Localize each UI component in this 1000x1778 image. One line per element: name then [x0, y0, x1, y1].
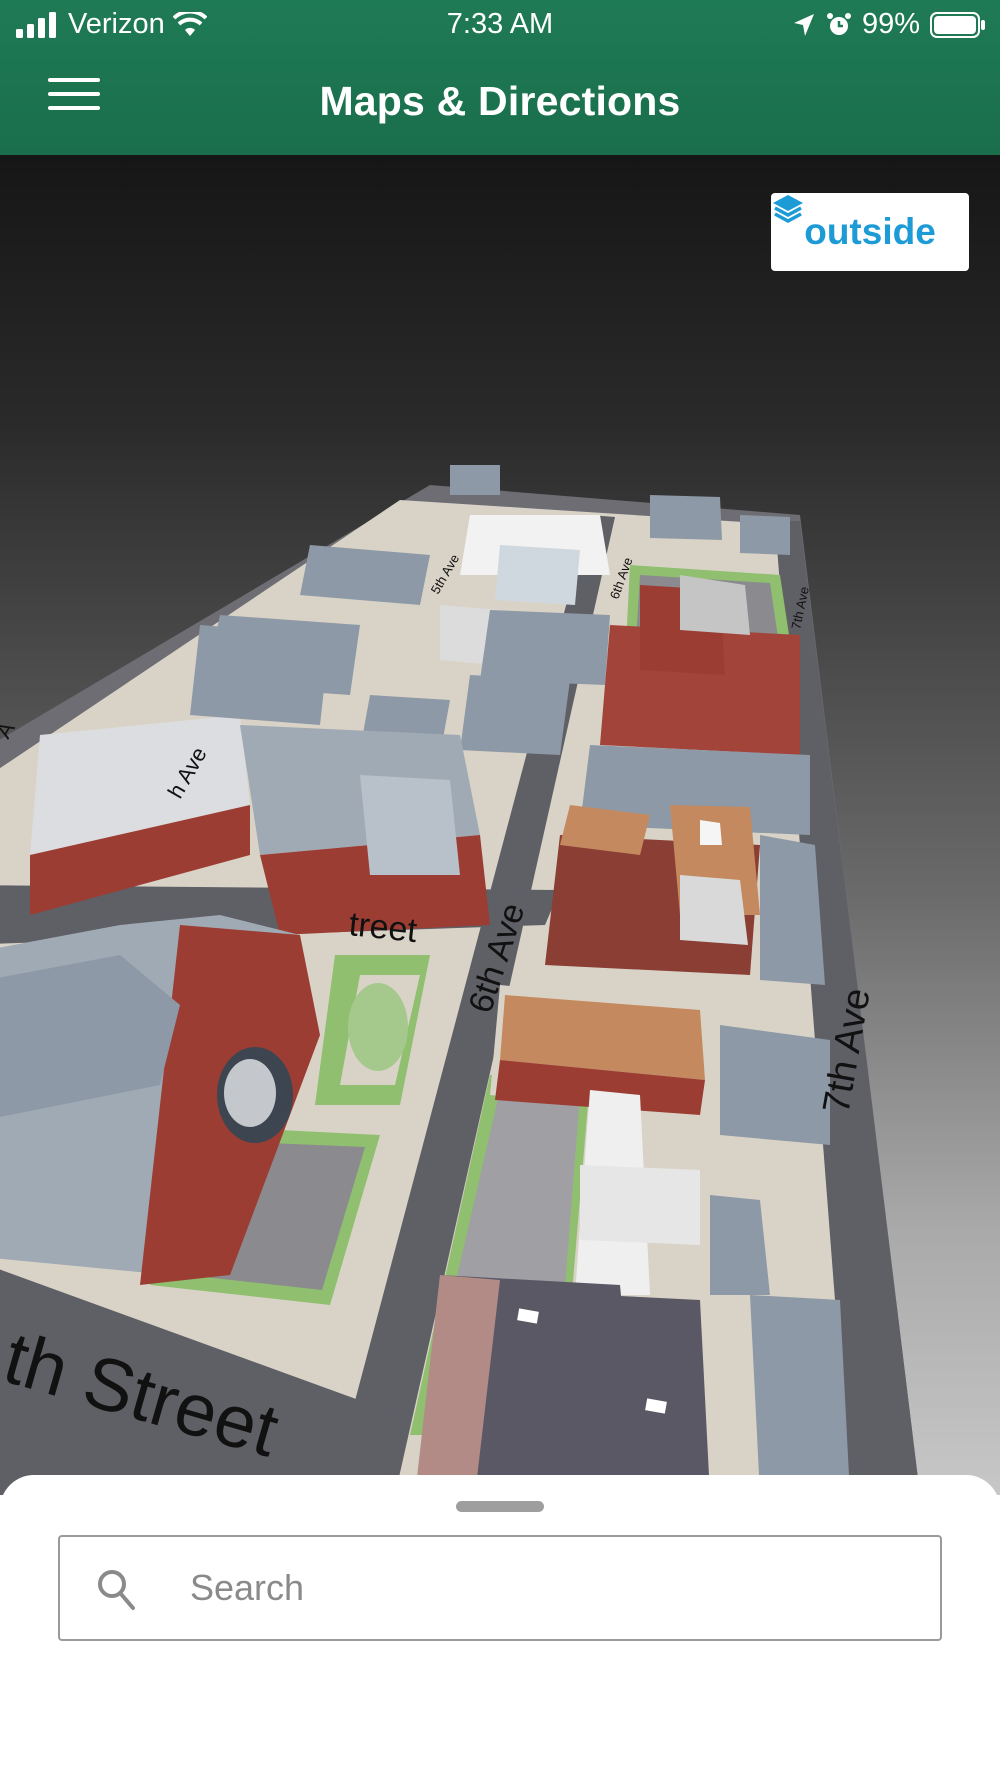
- nav-bar: Maps & Directions: [0, 50, 1000, 155]
- status-bar: Verizon 7:33 AM 99%: [0, 0, 1000, 50]
- search-box[interactable]: [58, 1535, 942, 1641]
- app-header: Verizon 7:33 AM 99% Maps & Directions: [0, 0, 1000, 155]
- search-icon: [98, 1570, 135, 1610]
- sheet-drag-handle[interactable]: [456, 1501, 544, 1512]
- layer-button-label: outside: [804, 211, 936, 252]
- search-input[interactable]: [190, 1555, 920, 1621]
- map-view[interactable]: th Street treet 6th Ave 7th Ave 5th Ave …: [0, 155, 1000, 1495]
- location-arrow-icon: [793, 13, 814, 36]
- layers-icon: [773, 195, 803, 223]
- layer-toggle-button[interactable]: outside: [771, 193, 969, 271]
- alarm-icon: [826, 12, 851, 35]
- bottom-sheet: [0, 1475, 1000, 1778]
- battery-percent: 99%: [861, 8, 920, 40]
- campus-3d-map[interactable]: th Street treet 6th Ave 7th Ave 5th Ave …: [0, 155, 1000, 1495]
- page-title: Maps & Directions: [319, 78, 681, 124]
- battery-icon: [930, 11, 985, 38]
- label-street-mid: treet: [347, 905, 419, 950]
